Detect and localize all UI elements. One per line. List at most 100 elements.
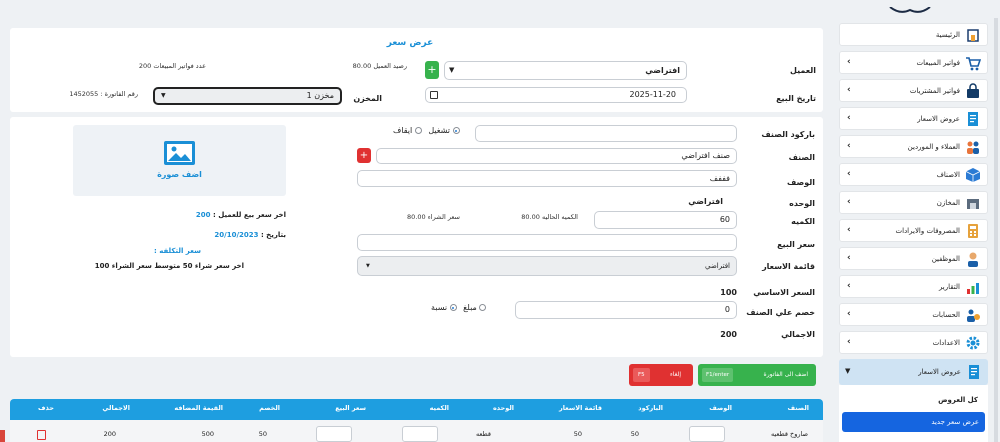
sale-date-input[interactable]: 2025-11-20	[425, 87, 687, 103]
logo	[880, 0, 940, 13]
row-vat: 500	[201, 430, 214, 438]
cost-line: اخر سعر شراء 50 متوسط سعر الشراء 100	[94, 262, 244, 270]
chart-icon	[965, 279, 981, 295]
percent-radio[interactable]	[449, 304, 457, 311]
last-sale-label: اخر سعر بيع للعميل :	[212, 211, 286, 219]
cancel-button[interactable]: إلغاء F5	[629, 364, 693, 386]
discount-type-toggle[interactable]: مبلغ نسبة	[431, 303, 487, 312]
sidebar-item-sales[interactable]: ‹ فواتير المبيعات	[839, 51, 988, 74]
col-barcode: الباركود	[638, 404, 663, 412]
base-price-value: 100	[720, 288, 737, 297]
col-total: الاجمالي	[102, 404, 130, 412]
box-icon	[965, 167, 981, 183]
price-list-select[interactable]: افتراضي ▼	[357, 256, 737, 276]
sidebar-item-customers[interactable]: ‹ العملاء و الموردين	[839, 135, 988, 158]
warehouse-label: المخزن	[353, 94, 382, 103]
discount-value: 0	[724, 305, 730, 314]
run-radio[interactable]	[452, 127, 460, 134]
sidebar-label: الاعدادات	[932, 339, 960, 347]
run-label: تشغيل	[428, 126, 451, 135]
sale-date-label: تاريخ البيع	[776, 94, 816, 103]
stop-radio[interactable]	[414, 127, 422, 134]
calculator-icon	[965, 223, 981, 239]
col-unit: الوحده	[492, 404, 514, 412]
chevron-left-icon: ‹	[847, 309, 851, 319]
item-value: صنف افتراضي	[681, 151, 730, 160]
sale-price-input[interactable]	[357, 234, 737, 251]
description-label: الوصف	[786, 178, 815, 187]
left-edge-marker	[0, 430, 5, 442]
price-list-value: افتراضي	[705, 262, 730, 270]
description-value: فففف	[709, 174, 730, 183]
customer-select[interactable]: افتراضي ▼	[444, 61, 687, 80]
chevron-left-icon: ‹	[847, 281, 851, 291]
sidebar-label: فواتير المشتريات	[909, 87, 960, 95]
chevron-left-icon: ‹	[847, 85, 851, 95]
image-upload-box[interactable]: اضف صورة	[73, 125, 286, 196]
document-icon	[965, 111, 981, 127]
warehouse-value: مخزن 1	[306, 91, 334, 100]
sidebar-item-purchases[interactable]: ‹ فواتير المشتريات	[839, 79, 988, 102]
quantity-value: 60	[719, 215, 730, 224]
sidebar-label: فواتير المبيعات	[916, 59, 960, 67]
total-label: الاجمالي	[781, 330, 815, 339]
add-customer-button[interactable]: +	[425, 61, 439, 79]
chevron-left-icon: ‹	[847, 141, 851, 151]
chevron-left-icon: ‹	[847, 169, 851, 179]
sidebar-item-settings[interactable]: ‹ الاعدادات	[839, 331, 988, 354]
document-icon	[966, 364, 982, 384]
row-sale-price-input[interactable]	[316, 426, 352, 442]
row-description-input[interactable]	[689, 426, 725, 442]
quantity-input[interactable]: 60	[594, 211, 737, 229]
row-discount: 50	[258, 430, 267, 438]
add-to-invoice-button[interactable]: اضف الى الفاتورة F1/enter	[698, 364, 816, 386]
row-quantity-input[interactable]	[402, 426, 438, 442]
description-input[interactable]: فففف	[357, 170, 737, 187]
sidebar-item-quotes-expanded[interactable]: ▼ عروض الاسعار	[839, 359, 988, 385]
row-total: 200	[103, 430, 116, 438]
sidebar-label: عروض الاسعار	[917, 115, 960, 123]
scan-mode-toggle[interactable]: تشغيل ايقاف	[393, 126, 460, 135]
delete-icon[interactable]	[37, 430, 46, 440]
sidebar-label: المخازن	[936, 199, 960, 207]
chevron-left-icon: ‹	[847, 253, 851, 263]
chevron-down-icon: ▼	[845, 367, 851, 375]
add-item-button[interactable]: +	[357, 148, 371, 163]
sidebar-label: العملاء و الموردين	[907, 143, 960, 151]
chevron-down-icon: ▼	[366, 263, 370, 269]
sidebar-label: الموظفين	[931, 255, 960, 263]
sidebar-label: عروض الاسعار	[918, 368, 961, 376]
sidebar-item-products[interactable]: ‹ الاصناف	[839, 163, 988, 186]
submenu-new-quote[interactable]: عرض سعر جديد	[842, 412, 985, 432]
col-delete: حذف	[38, 404, 54, 412]
chevron-left-icon: ‹	[847, 225, 851, 235]
sidebar-item-expenses[interactable]: ‹ المصروفات والايرادات	[839, 219, 988, 242]
sidebar-item-warehouses[interactable]: ‹ المخازن	[839, 191, 988, 214]
item-select[interactable]: صنف افتراضي	[376, 148, 737, 164]
unit-label: الوحده	[789, 199, 815, 208]
amount-radio[interactable]	[479, 304, 487, 311]
chevron-down-icon: ▼	[161, 92, 166, 99]
cancel-label: إلغاء	[669, 371, 681, 378]
page-title: عرض سعر	[386, 38, 434, 48]
barcode-label: باركود الصنف	[761, 130, 815, 139]
sidebar-item-accounts[interactable]: ‹ الحسابات	[839, 303, 988, 326]
sidebar-item-home[interactable]: الرئيسية	[839, 23, 988, 46]
sidebar-item-reports[interactable]: ‹ التقارير	[839, 275, 988, 298]
gear-icon	[965, 335, 981, 351]
last-sale-value: 200	[195, 211, 211, 219]
chevron-down-icon: ▼	[449, 66, 455, 74]
sidebar-label: الحسابات	[932, 311, 960, 319]
submenu-all-quotes[interactable]: كل العروض	[938, 396, 978, 404]
last-sale-date-line: بتاريخ : 20/10/2023	[214, 231, 286, 239]
row-price-list: 50	[573, 430, 582, 438]
sidebar-label: التقارير	[938, 283, 960, 291]
sidebar-item-quotes[interactable]: ‹ عروض الاسعار	[839, 107, 988, 130]
discount-input[interactable]: 0	[515, 301, 737, 319]
cost-label: سعر التكلفه :	[154, 247, 201, 255]
warehouse-select[interactable]: مخزن 1 ▼	[153, 87, 342, 105]
barcode-input[interactable]	[475, 125, 737, 142]
sidebar-item-employees[interactable]: ‹ الموظفين	[839, 247, 988, 270]
row-unit: قطعه	[475, 430, 491, 438]
sidebar-scrollbar[interactable]	[994, 18, 998, 442]
